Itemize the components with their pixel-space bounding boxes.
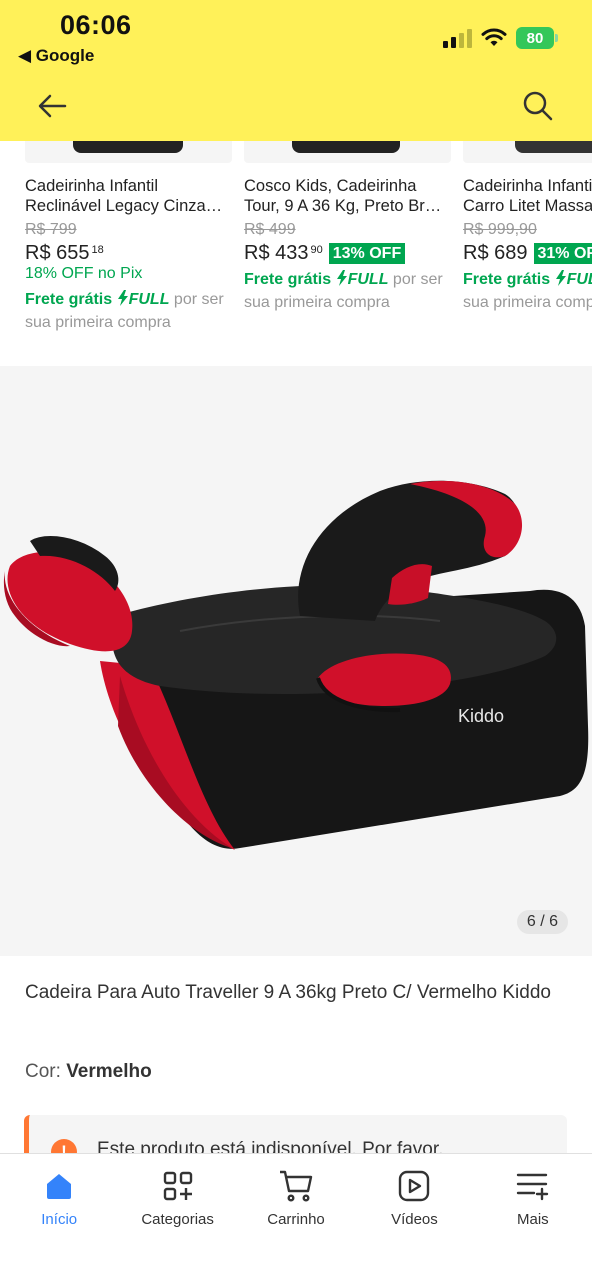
nav-carrinho[interactable]: Carrinho — [237, 1154, 355, 1280]
search-icon[interactable] — [520, 88, 556, 124]
bottom-navigation: Início Categorias Carrinho Vídeos Mais — [0, 1153, 592, 1280]
product-card-title: Cadeirinha Infantil Reclinável Legacy Ci… — [25, 177, 223, 215]
color-value: Vermelho — [66, 1061, 152, 1082]
signal-icon — [443, 28, 472, 48]
app-header: 06:06 ◀ Google 80 — [0, 0, 592, 141]
product-card[interactable]: Cosco Kids, Cadeirinha Tour, 9 A 36 Kg, … — [244, 141, 451, 366]
cart-icon — [278, 1168, 314, 1204]
nav-inicio[interactable]: Início — [0, 1154, 118, 1280]
booster-seat-image: Kiddo — [3, 480, 589, 850]
discount-badge: 13% OFF — [328, 243, 406, 264]
old-price: R$ 499 — [244, 221, 296, 238]
nav-mais[interactable]: Mais — [474, 1154, 592, 1280]
brand-logo: Kiddo — [458, 706, 504, 726]
nav-videos[interactable]: Vídeos — [355, 1154, 473, 1280]
color-selector[interactable]: Cor: Vermelho — [25, 1061, 152, 1083]
shipping-info: Frete grátis FULL por ser sua primeira c… — [244, 270, 443, 311]
nav-categorias[interactable]: Categorias — [118, 1154, 236, 1280]
discount-badge: 31% OFF — [533, 243, 592, 264]
lightning-icon — [117, 290, 128, 306]
product-thumbnail — [244, 141, 451, 163]
product-card-title: Cadeirinha Infantil Carro Litet Massa… — [463, 177, 592, 215]
categories-icon — [160, 1168, 196, 1204]
status-icons: 80 — [443, 27, 558, 49]
price: R$ 433 90 13% OFF — [244, 242, 406, 265]
wifi-icon — [481, 28, 507, 46]
battery-icon: 80 — [516, 27, 558, 49]
menu-plus-icon — [515, 1168, 551, 1204]
lightning-icon — [555, 270, 566, 286]
product-title: Cadeira Para Auto Traveller 9 A 36kg Pre… — [25, 982, 551, 1003]
back-to-google-link[interactable]: ◀ Google — [18, 46, 94, 66]
price: R$ 655 18 — [25, 242, 104, 264]
image-counter: 6 / 6 — [516, 910, 568, 934]
pix-discount: 18% OFF no Pix — [25, 265, 143, 282]
old-price: R$ 999,90 — [463, 221, 537, 238]
product-card[interactable]: Cadeirinha Infantil Carro Litet Massa… R… — [463, 141, 592, 366]
product-image-gallery[interactable]: Kiddo 6 / 6 — [0, 366, 592, 956]
video-icon — [396, 1168, 432, 1204]
lightning-icon — [336, 270, 347, 286]
related-products-carousel[interactable]: Cadeirinha Infantil Reclinável Legacy Ci… — [0, 141, 592, 366]
status-time: 06:06 — [60, 10, 132, 40]
color-label: Cor: — [25, 1061, 61, 1082]
old-price: R$ 799 — [25, 221, 77, 238]
arrow-left-icon[interactable] — [34, 88, 70, 124]
shipping-info: Frete grátis FULL por ser sua primeira c… — [25, 290, 224, 331]
product-card-title: Cosco Kids, Cadeirinha Tour, 9 A 36 Kg, … — [244, 177, 442, 215]
price: R$ 689 31% OFF — [463, 242, 592, 265]
shipping-info: Frete grátis FULL por ser sua primeira c… — [463, 270, 592, 311]
product-thumbnail — [25, 141, 232, 163]
product-thumbnail — [463, 141, 592, 163]
product-card[interactable]: Cadeirinha Infantil Reclinável Legacy Ci… — [25, 141, 232, 366]
home-icon — [41, 1168, 77, 1204]
